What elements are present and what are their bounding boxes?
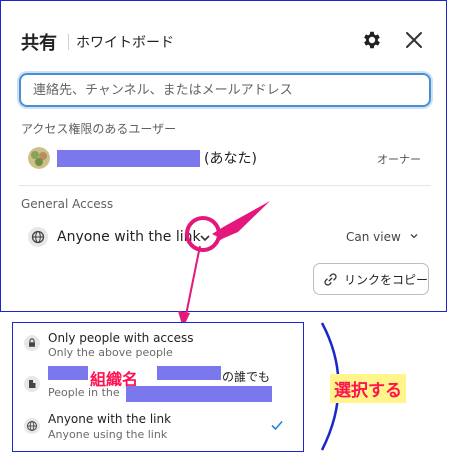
settings-button[interactable] — [361, 29, 383, 51]
lock-icon — [24, 335, 40, 351]
owner-role: オーナー — [377, 153, 421, 166]
redacted-org-3 — [126, 386, 272, 402]
copy-link-button[interactable]: リンクをコピー — [313, 263, 429, 295]
section-divider — [19, 185, 431, 186]
redacted-user-name — [57, 150, 200, 167]
gear-icon — [364, 31, 380, 49]
permission-select[interactable]: Can view — [346, 230, 419, 244]
dialog-subtitle: ホワイトボード — [76, 35, 174, 51]
redacted-org-2 — [157, 366, 221, 380]
option-desc: People in the — [48, 386, 120, 399]
option-title: Only people with access — [48, 331, 194, 345]
share-panel: 共有 ホワイトボード アクセス権限のあるユーザー (あなた) オーナー — [0, 0, 447, 312]
checkmark-icon — [271, 420, 283, 431]
users-section-label: アクセス権限のあるユーザー — [21, 122, 177, 136]
globe-icon — [28, 227, 48, 247]
contact-search-input[interactable] — [19, 73, 431, 107]
title-divider — [68, 34, 69, 50]
permission-label: Can view — [346, 230, 401, 244]
close-button[interactable] — [403, 29, 425, 51]
option-desc: Only the above people — [48, 346, 173, 359]
user-you-label: (あなた) — [204, 151, 257, 167]
building-icon — [24, 376, 40, 392]
option-title: Anyone with the link — [48, 412, 172, 426]
copy-link-label: リンクをコピー — [344, 273, 429, 287]
chevron-down-icon — [410, 234, 418, 239]
close-icon — [406, 32, 422, 48]
general-access-label: General Access — [21, 197, 114, 211]
choose-annotation-label: 選択する — [330, 374, 406, 403]
avatar — [28, 147, 50, 169]
redacted-org-1 — [48, 366, 88, 380]
link-icon — [324, 273, 337, 286]
option-desc: Anyone using the link — [48, 428, 168, 441]
dialog-title: 共有 — [21, 33, 57, 54]
highlight-ring — [185, 216, 221, 252]
globe-icon — [24, 418, 40, 434]
share-dialog-screenshot: 共有 ホワイトボード アクセス権限のあるユーザー (あなた) オーナー — [0, 0, 450, 455]
option-title: の誰でも — [222, 370, 271, 384]
access-level-label[interactable]: Anyone with the link — [57, 229, 201, 245]
